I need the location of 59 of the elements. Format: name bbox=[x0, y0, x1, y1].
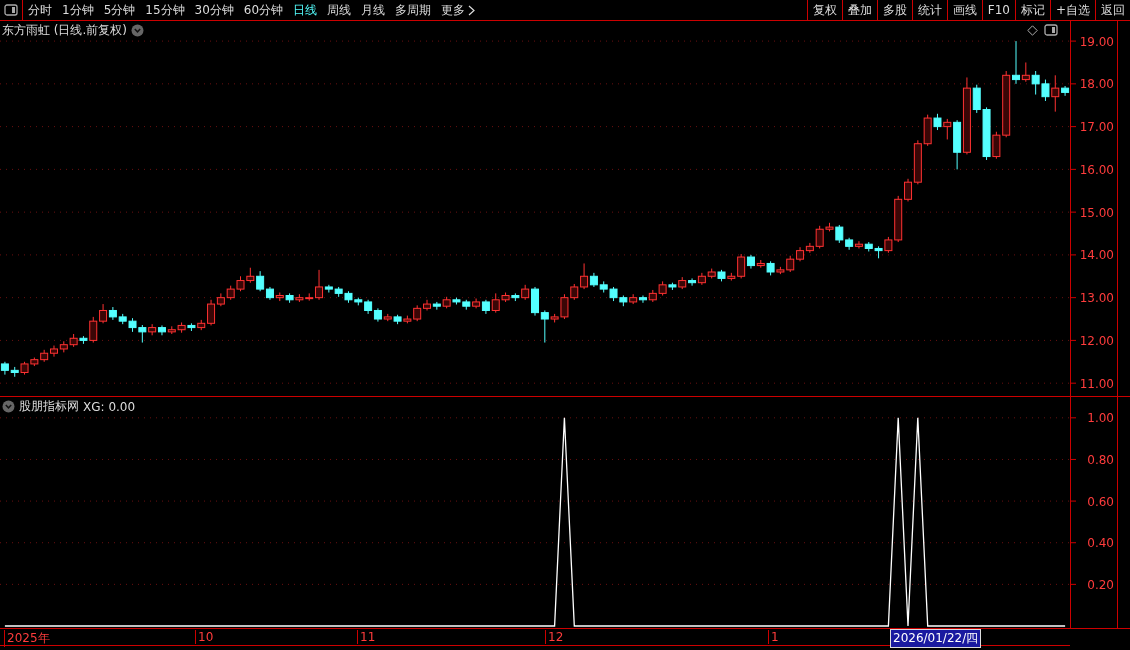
time-axis-label: 12 bbox=[545, 630, 564, 644]
candlestick bbox=[315, 269, 324, 301]
price-tick-label: 14.00 bbox=[1079, 248, 1114, 263]
price-tick-label: 15.00 bbox=[1079, 205, 1114, 220]
indicator-tick-label: 0.80 bbox=[1087, 452, 1114, 467]
indicator-title: 股朋指标网 bbox=[19, 398, 79, 415]
indicator-tick-label: 0.40 bbox=[1087, 536, 1114, 551]
candlestick bbox=[324, 284, 333, 294]
candlestick bbox=[207, 299, 216, 326]
candlestick bbox=[1021, 61, 1030, 83]
candlestick bbox=[540, 309, 549, 344]
candlestick bbox=[1012, 40, 1021, 85]
price-tick-label: 19.00 bbox=[1079, 34, 1114, 49]
candlestick bbox=[49, 345, 58, 358]
price-tick-label: 13.00 bbox=[1079, 291, 1114, 306]
period-tab[interactable]: 5分钟 bbox=[98, 1, 141, 19]
indicator-reading: XG: 0.00 bbox=[83, 399, 136, 414]
period-tab[interactable]: 60分钟 bbox=[238, 1, 289, 19]
indicator-tick-label: 0.60 bbox=[1087, 494, 1114, 509]
chevron-down-icon[interactable] bbox=[131, 24, 144, 37]
time-axis-label: 1 bbox=[768, 630, 779, 644]
chevron-right-icon bbox=[468, 4, 476, 16]
diamond-icon[interactable] bbox=[1027, 24, 1038, 36]
candlestick bbox=[688, 277, 697, 287]
price-tick-label: 18.00 bbox=[1079, 77, 1114, 92]
period-tab[interactable]: 分时 bbox=[23, 1, 57, 19]
time-axis-label: 10 bbox=[195, 630, 214, 644]
time-axis-label: 11 bbox=[357, 630, 376, 644]
period-tab[interactable]: 30分钟 bbox=[189, 1, 239, 19]
candlestick bbox=[1051, 74, 1060, 113]
period-tab[interactable]: 15分钟 bbox=[140, 1, 190, 19]
price-tick-label: 11.00 bbox=[1079, 376, 1114, 391]
candlestick bbox=[638, 295, 647, 304]
price-tick-label: 12.00 bbox=[1079, 333, 1114, 348]
candlestick bbox=[737, 253, 746, 279]
period-tab[interactable]: 周线 bbox=[322, 1, 357, 19]
candlestick bbox=[89, 316, 98, 344]
period-tab[interactable]: 多周期 bbox=[390, 1, 437, 19]
more-menu[interactable]: 更多 bbox=[436, 1, 481, 19]
candlestick bbox=[580, 262, 589, 290]
price-tick-label: 17.00 bbox=[1079, 120, 1114, 135]
period-tab[interactable]: 日线 bbox=[288, 1, 323, 19]
candlestick bbox=[256, 270, 265, 292]
indicator-tick-label: 1.00 bbox=[1087, 411, 1114, 426]
period-tab[interactable]: 1分钟 bbox=[57, 1, 99, 19]
chevron-down-icon[interactable] bbox=[2, 400, 15, 413]
time-axis-label: 2025年 bbox=[4, 630, 50, 647]
indicator-tick-label: 0.20 bbox=[1087, 577, 1114, 592]
period-tab[interactable]: 月线 bbox=[356, 1, 391, 19]
panel-toggle-icon[interactable] bbox=[1044, 24, 1058, 36]
candlestick bbox=[531, 286, 539, 317]
candlestick bbox=[99, 303, 108, 324]
cursor-date: 2026/01/22/四 bbox=[890, 629, 982, 648]
candlestick bbox=[943, 118, 952, 140]
price-tick-label: 16.00 bbox=[1079, 162, 1114, 177]
stock-title: 东方雨虹 (日线.前复权) bbox=[2, 22, 127, 39]
candlestick bbox=[805, 242, 814, 254]
candlestick bbox=[854, 240, 863, 249]
candlestick bbox=[904, 178, 913, 202]
